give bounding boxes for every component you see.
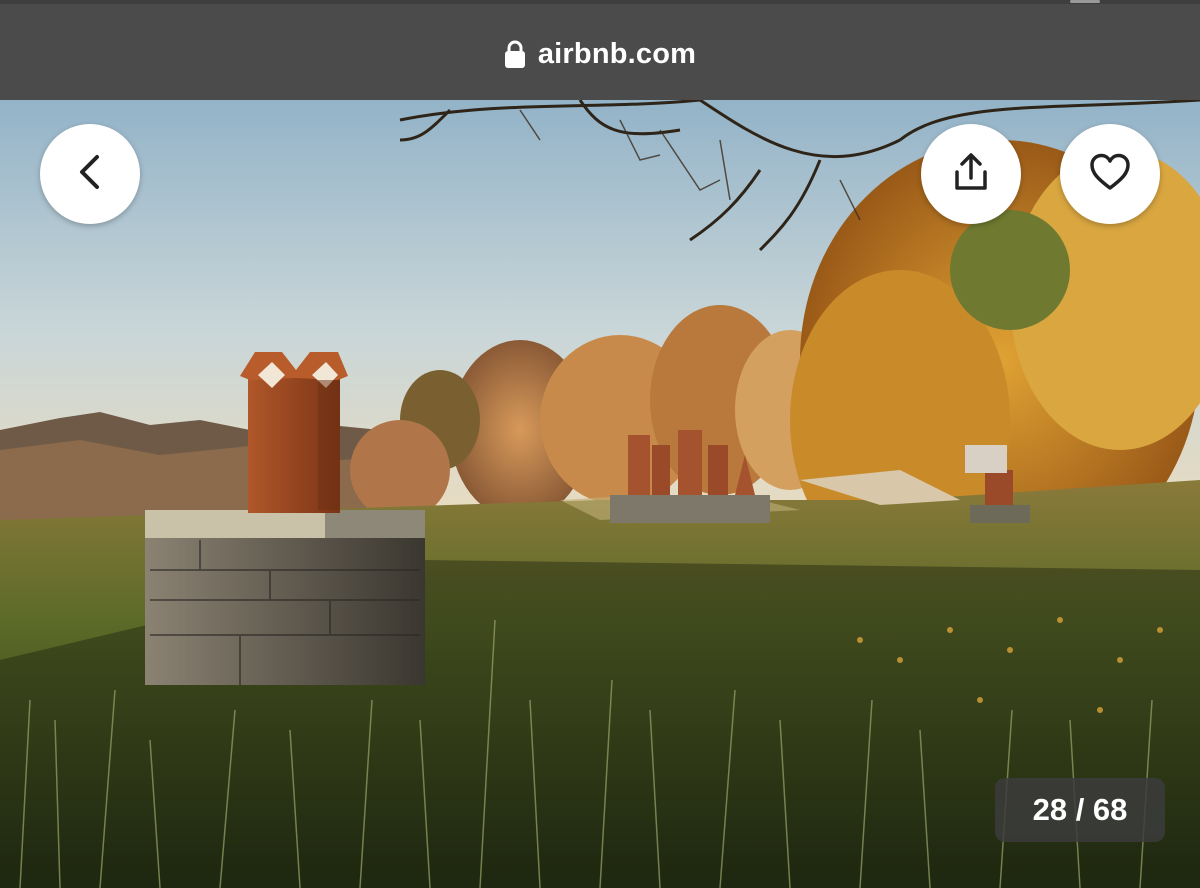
photo-counter-text: 28 / 68 bbox=[1032, 792, 1128, 827]
url-display[interactable]: airbnb.com bbox=[504, 38, 696, 71]
status-bar-indicator bbox=[1070, 0, 1100, 3]
back-button[interactable] bbox=[40, 124, 140, 224]
browser-address-bar[interactable]: airbnb.com bbox=[0, 0, 1200, 100]
lock-icon bbox=[504, 39, 526, 69]
heart-icon bbox=[1088, 152, 1132, 197]
photo-counter: 28 / 68 bbox=[995, 778, 1165, 842]
save-button[interactable] bbox=[1060, 124, 1160, 224]
share-icon bbox=[951, 152, 991, 197]
photo-viewer[interactable]: 28 / 68 bbox=[0, 100, 1200, 888]
outdoor-photo bbox=[0, 100, 1200, 888]
share-button[interactable] bbox=[921, 124, 1021, 224]
chevron-left-icon bbox=[75, 154, 105, 195]
status-bar-edge bbox=[0, 0, 1200, 4]
url-text: airbnb.com bbox=[537, 37, 697, 70]
